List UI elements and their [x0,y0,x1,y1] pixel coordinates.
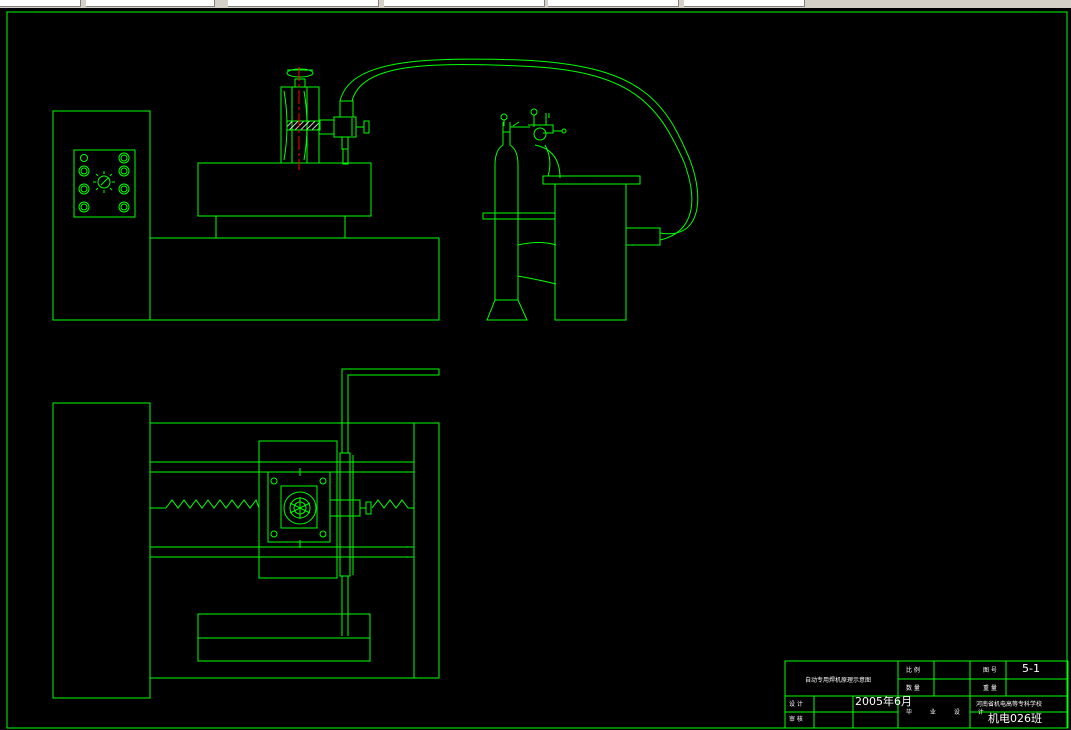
pressure-regulator [517,113,567,285]
welding-power-source [482,175,661,321]
welding-head [280,68,321,164]
torch-assembly [318,100,370,165]
pedestal [215,215,346,239]
gas-hose [351,64,693,241]
selector-dial-icon [93,171,115,193]
chuck-icon [289,497,311,519]
drawing-border [6,11,1068,729]
quantity-label: 数 量 [906,685,920,692]
sheet-no-value: 5-1 [1022,662,1040,675]
gas-cylinder [486,108,538,321]
school-name: 河南省机电高等专科学校 [976,701,1043,708]
sheet-no-label: 图 号 [983,667,997,674]
drawing-title: 自动专用焊机原理示意图 [805,677,872,684]
ratio-label: 比 例 [906,667,920,674]
machine-base [149,237,440,321]
top-view [52,368,440,699]
front-view [52,58,699,321]
vertical-slide [339,452,351,577]
machine-bed-plan [149,422,440,679]
worktable [197,162,372,217]
designer-label: 设 计 [789,701,803,708]
class-value: 机电026班 [988,712,1042,725]
weight-label: 重 量 [983,685,997,692]
control-cabinet-plan [52,402,151,699]
lead-screw [371,499,414,509]
reviewer-label: 审 核 [789,716,803,723]
lead-screw [165,498,260,509]
date-value: 2005年6月 [855,695,912,708]
torch-arm-plan [329,499,361,517]
gas-hose [339,58,699,235]
guide-rail-upper [149,461,415,473]
cad-drawing-canvas [6,11,1069,729]
guide-rail-lower [149,546,415,558]
l-shaped-rod [341,368,440,453]
